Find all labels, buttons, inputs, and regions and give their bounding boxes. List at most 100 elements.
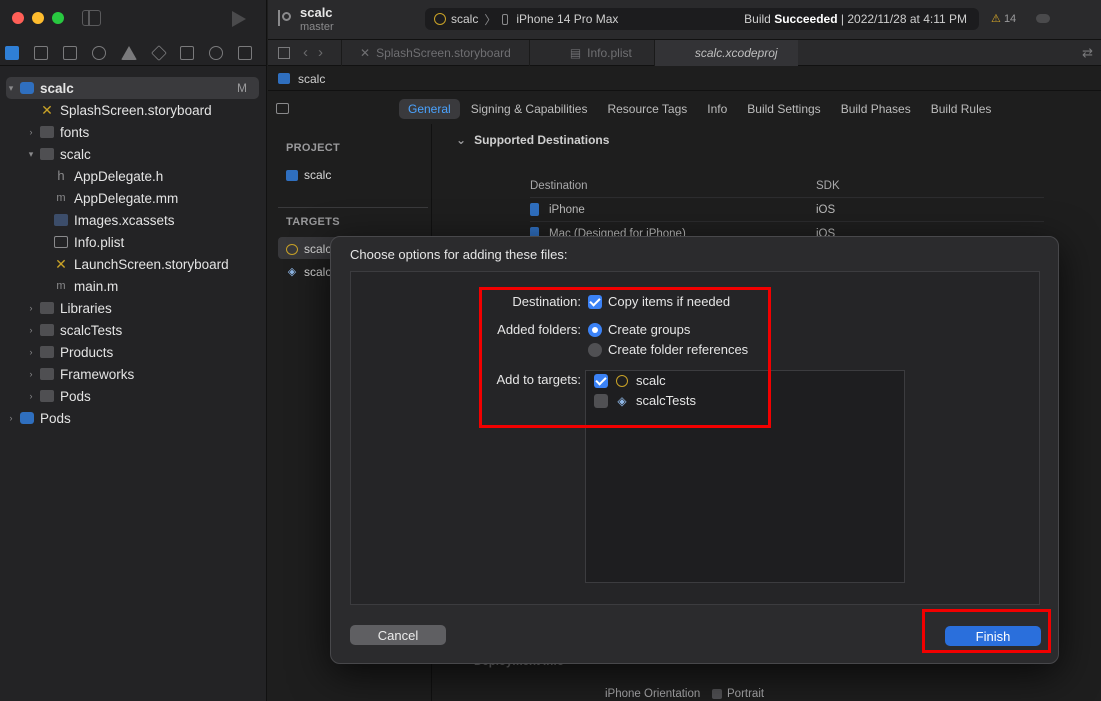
target-item-tests[interactable]: ◈ scalc [286,265,332,279]
build-prefix: Build [744,12,775,26]
disclosure-chevron-icon[interactable]: › [26,127,36,137]
tab-xcodeproj[interactable]: scalc.xcodeproj [653,39,798,66]
issue-navigator-icon[interactable] [120,45,137,60]
project-item[interactable]: scalc [286,168,331,182]
disclosure-chevron-icon[interactable]: › [26,369,36,379]
add-files-dialog: Choose options for adding these files: D… [330,236,1059,664]
device-selector[interactable]: iPhone 14 Pro Max [516,12,618,26]
copy-items-checkbox[interactable]: Copy items if needed [588,294,730,309]
radio-unselected-icon [588,342,602,357]
tab-splashscreen[interactable]: ✕ SplashScreen.storyboard [341,39,529,66]
chevron-right-icon: 〉 [484,12,497,27]
disclosure-chevron-icon[interactable]: ▾ [6,83,16,94]
tree-item[interactable]: › Libraries [0,297,267,319]
cancel-button[interactable]: Cancel [350,625,446,645]
iphone-icon [530,203,539,216]
debug-navigator-icon[interactable] [180,45,195,60]
target-scalctests-checkbox[interactable]: ◈ scalcTests [594,393,696,408]
tree-item[interactable]: ▾ scalc M [6,77,259,99]
folder-icon [40,302,54,314]
symbol-navigator-icon[interactable] [62,45,77,60]
window-controls [12,12,64,24]
zoom-window-button[interactable] [52,12,64,24]
tree-item[interactable]: › Products [0,341,267,363]
source-control-icon[interactable] [33,45,48,60]
activity-status-bar: scalc 〉 iPhone 14 Pro Max Build Succeede… [425,8,979,30]
back-arrow-icon[interactable]: ‹ [303,44,308,61]
tree-item[interactable]: › scalcTests [0,319,267,341]
tab-info-plist[interactable]: ▤ Info.plist [528,39,654,66]
disclosure-chevron-icon[interactable]: › [26,325,36,335]
tree-item[interactable]: m main.m [0,275,267,297]
tree-item-label: scalc [40,80,74,96]
breakpoint-navigator-icon[interactable] [209,45,224,60]
tree-item[interactable]: ✕ SplashScreen.storyboard [0,99,267,121]
disclosure-chevron-icon[interactable]: ▾ [26,149,36,160]
disclosure-chevron-icon[interactable]: › [6,413,16,423]
col-sdk: SDK [816,179,840,192]
cloud-icon [1036,14,1050,23]
tab-general[interactable]: General [399,99,460,119]
branch-name[interactable]: master [300,21,334,33]
tree-item[interactable]: › fonts [0,121,267,143]
minimize-window-button[interactable] [32,12,44,24]
sidebar-toggle-icon[interactable] [82,10,101,26]
tree-item[interactable]: ▾ scalc [0,143,267,165]
project-icon [278,73,290,84]
tree-item[interactable]: Info.plist [0,231,267,253]
warnings-indicator[interactable]: ⚠ 14 [991,12,1016,25]
supported-destinations-header[interactable]: ⌄ Supported Destinations [456,133,609,147]
destination-label: Destination: [512,294,581,309]
destination-name: iPhone [549,203,585,216]
tree-item-label: fonts [60,124,90,140]
target-scalc-checkbox[interactable]: scalc [594,373,666,388]
tab-build-rules[interactable]: Build Rules [922,99,1001,119]
disclosure-chevron-icon[interactable]: › [26,303,36,313]
report-navigator-icon[interactable] [238,45,252,60]
tree-item[interactable]: m AppDelegate.mm [0,187,267,209]
source-file-icon: m [56,280,66,292]
run-icon[interactable] [232,11,246,27]
tab-build-settings[interactable]: Build Settings [738,99,829,119]
jump-bar-item[interactable]: scalc [298,72,325,86]
tree-item[interactable]: Images.xcassets [0,209,267,231]
portrait-checkbox[interactable]: Portrait [712,688,764,700]
project-name[interactable]: scalc [300,5,333,20]
tab-signing-capabilities[interactable]: Signing & Capabilities [462,99,597,119]
create-folder-references-radio[interactable]: Create folder references [588,342,748,357]
scheme-selector[interactable]: scalc [451,12,478,26]
test-navigator-icon[interactable] [150,44,167,61]
scheme-icon [434,13,446,25]
forward-arrow-icon[interactable]: › [318,44,323,61]
portrait-label: Portrait [727,688,765,700]
tab-build-phases[interactable]: Build Phases [832,99,920,119]
close-window-button[interactable] [12,12,24,24]
swap-icon[interactable]: ⇄ [1082,45,1093,61]
tree-item[interactable]: › Frameworks [0,363,267,385]
checkbox-checked-icon [588,294,602,309]
tree-item[interactable]: h AppDelegate.h [0,165,267,187]
tree-item[interactable]: › Pods [0,385,267,407]
grid-icon[interactable] [278,46,290,59]
build-time: | 2022/11/28 at 4:11 PM [837,12,967,26]
tab-resource-tags[interactable]: Resource Tags [598,99,696,119]
tree-item[interactable]: ✕ LaunchScreen.storyboard [0,253,267,275]
tree-item-label: AppDelegate.h [74,168,164,184]
disclosure-chevron-icon[interactable]: › [26,391,36,401]
disclosure-chevron-icon[interactable]: › [26,347,36,357]
target-label: scalc [304,265,332,279]
find-navigator-icon[interactable] [91,45,106,60]
tree-item[interactable]: › Pods [0,407,267,429]
tab-info[interactable]: Info [698,99,736,119]
finish-button[interactable]: Finish [945,626,1041,646]
create-groups-radio[interactable]: Create groups [588,322,690,337]
storyboard-icon: ✕ [360,45,371,60]
table-header: Destination SDK [530,174,1044,198]
target-item-app[interactable]: scalc [286,242,331,256]
build-result: Succeeded [774,12,838,26]
toolbar: scalc master scalc 〉 iPhone 14 Pro Max B… [268,0,1101,40]
table-row[interactable]: iPhone iOS [530,198,1044,222]
project-navigator-icon[interactable] [5,45,19,60]
tree-item-label: Images.xcassets [74,212,175,228]
warning-icon: ⚠ [991,13,1001,25]
